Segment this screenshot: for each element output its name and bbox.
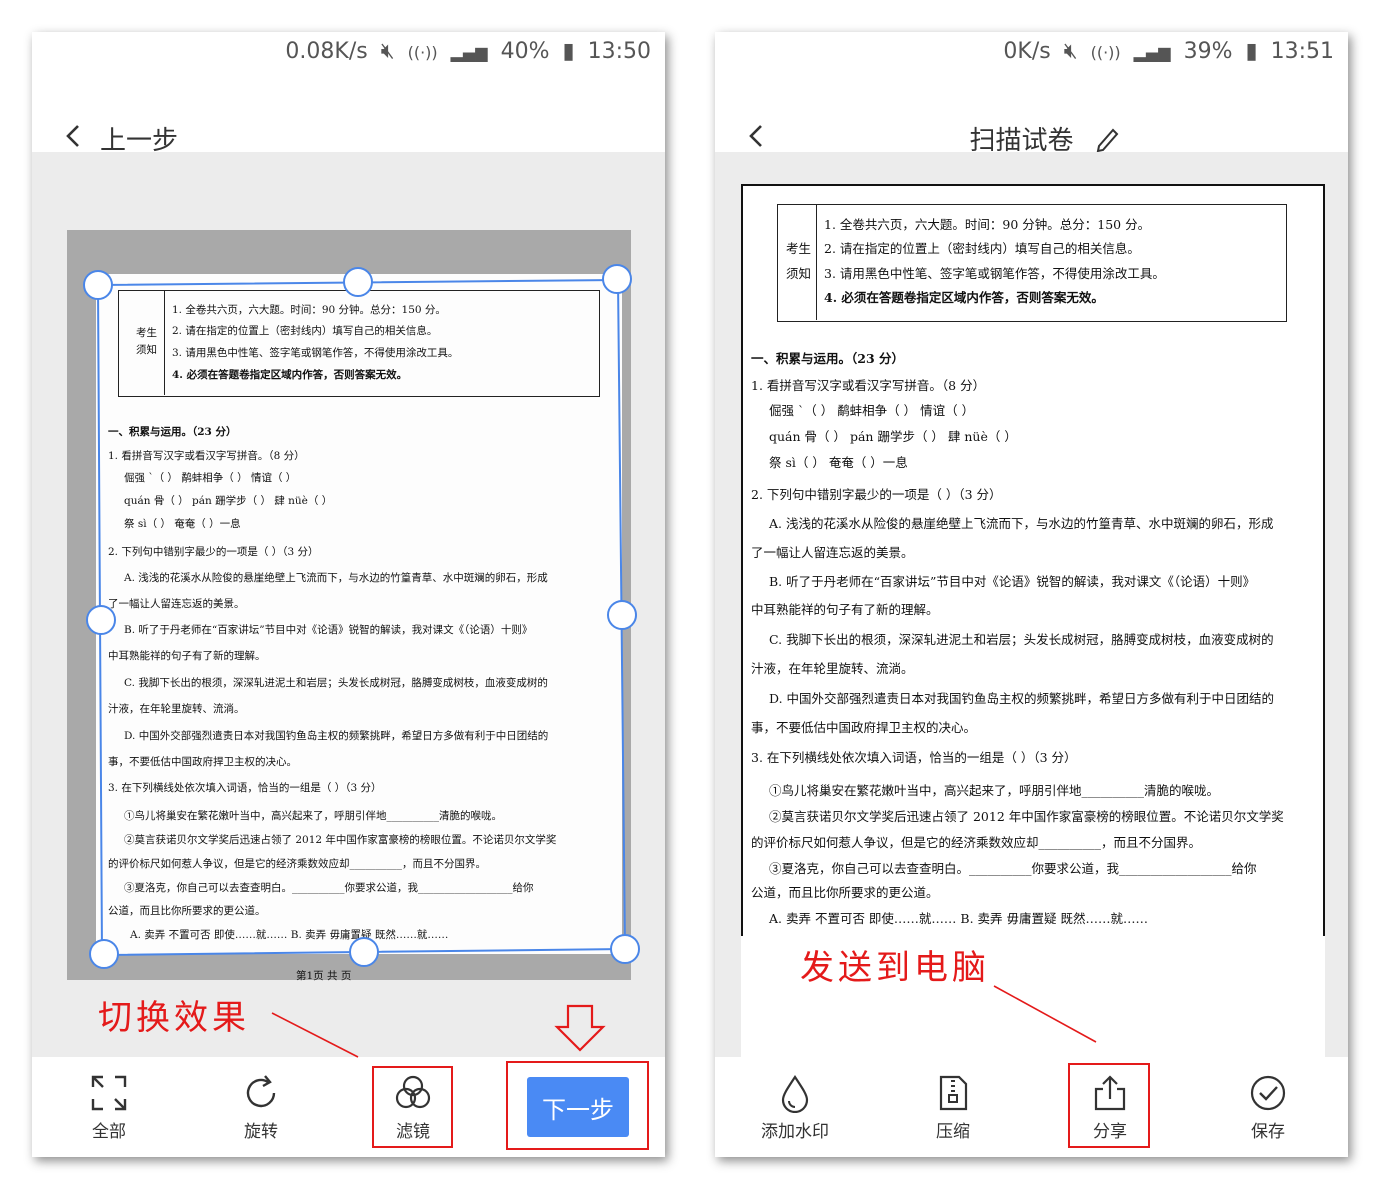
pointer-line <box>271 1012 359 1058</box>
annotation-arrows <box>271 985 1097 1058</box>
down-arrow-icon <box>554 1004 606 1052</box>
pointer-line <box>993 985 1097 1043</box>
